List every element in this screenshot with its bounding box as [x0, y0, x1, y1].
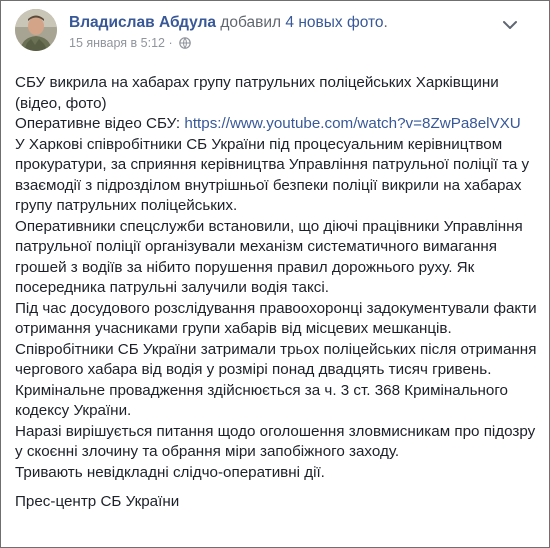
paragraph: У Харкові співробітники СБ України під п…	[15, 135, 530, 215]
photos-link[interactable]: 4 новых фото	[285, 14, 383, 31]
avatar[interactable]	[15, 9, 57, 51]
post-headline: Владислав Абдула добавил 4 новых фото.	[69, 14, 388, 32]
chevron-down-icon[interactable]	[499, 15, 521, 35]
paragraph: Тривають невідкладні слідчо-оперативні д…	[15, 463, 325, 481]
post-header: Владислав Абдула добавил 4 новых фото. 1…	[15, 9, 535, 57]
signature: Прес-центр СБ України	[15, 493, 180, 510]
post-card: Владислав Абдула добавил 4 новых фото. 1…	[0, 0, 550, 548]
paragraph: Наразі вирішується питання щодо оголошен…	[15, 422, 536, 461]
video-line: Оперативне відео СБУ: https://www.youtub…	[15, 114, 539, 135]
meta-separator: ·	[165, 36, 177, 50]
post-title: СБУ викрила на хабарах групу патрульних …	[15, 74, 499, 112]
paragraph: Оперативники спецслужби встановили, що д…	[15, 217, 523, 297]
video-link[interactable]: https://www.youtube.com/watch?v=8ZwPa8el…	[184, 115, 520, 132]
author-name[interactable]: Владислав Абдула	[69, 14, 216, 31]
paragraph: Під час досудового розслідування правоох…	[15, 299, 537, 338]
paragraph: Співробітники СБ України затримали трьох…	[15, 340, 537, 379]
post-action-suffix: .	[383, 14, 388, 31]
globe-icon[interactable]	[179, 37, 191, 52]
paragraph: Кримінальне провадження здійснюється за …	[15, 381, 508, 420]
post-meta: 15 января в 5:12 ·	[69, 36, 191, 52]
video-label: Оперативне відео СБУ:	[15, 115, 185, 132]
post-body: СБУ викрила на хабарах групу патрульних …	[15, 73, 539, 513]
post-action-text: добавил	[220, 14, 282, 31]
post-timestamp[interactable]: 15 января в 5:12	[69, 36, 165, 50]
